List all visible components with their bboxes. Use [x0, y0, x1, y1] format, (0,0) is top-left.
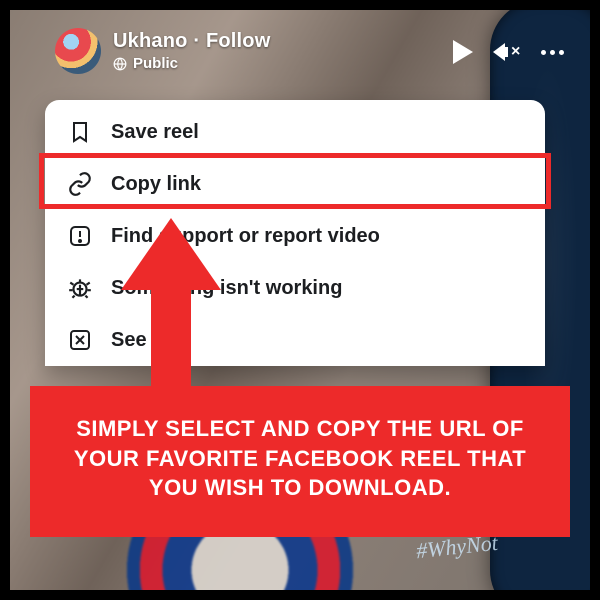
- globe-icon: [113, 57, 127, 71]
- mute-icon[interactable]: ×: [493, 38, 521, 66]
- menu-item-label: Save reel: [111, 121, 199, 144]
- menu-item-bug[interactable]: Something isn't working: [45, 262, 545, 314]
- video-controls: ×: [453, 38, 564, 66]
- follow-link[interactable]: Follow: [206, 30, 271, 52]
- menu-item-copy-link[interactable]: Copy link: [45, 158, 545, 210]
- reel-header: Ukhano · Follow Public: [55, 28, 270, 74]
- author-name[interactable]: Ukhano: [113, 30, 188, 52]
- bug-icon: [67, 275, 93, 301]
- more-options-icon[interactable]: [541, 50, 564, 55]
- menu-item-save-reel[interactable]: Save reel: [45, 106, 545, 158]
- menu-item-label: Something isn't working: [111, 277, 342, 300]
- context-menu: Save reel Copy link Find support or repo…: [45, 100, 545, 366]
- alert-icon: [67, 223, 93, 249]
- x-box-icon: [67, 327, 93, 353]
- separator: ·: [193, 30, 200, 52]
- screenshot-frame: #WhyNot Ukhano · Follow Public ×: [10, 10, 590, 590]
- visibility-label: Public: [133, 55, 178, 72]
- header-text: Ukhano · Follow Public: [113, 30, 270, 72]
- avatar[interactable]: [55, 28, 101, 74]
- bookmark-icon: [67, 119, 93, 145]
- link-icon: [67, 171, 93, 197]
- play-icon[interactable]: [453, 40, 473, 64]
- menu-item-see-less[interactable]: See less: [45, 314, 545, 366]
- visibility-row: Public: [113, 55, 270, 72]
- menu-item-label: Copy link: [111, 173, 201, 196]
- stage: #WhyNot Ukhano · Follow Public ×: [0, 0, 600, 600]
- menu-item-report[interactable]: Find support or report video: [45, 210, 545, 262]
- menu-item-label: Find support or report video: [111, 225, 380, 248]
- author-row[interactable]: Ukhano · Follow: [113, 30, 270, 53]
- menu-item-label: See less: [111, 329, 191, 352]
- instruction-caption: SIMPLY SELECT AND COPY THE URL OF YOUR F…: [30, 386, 570, 537]
